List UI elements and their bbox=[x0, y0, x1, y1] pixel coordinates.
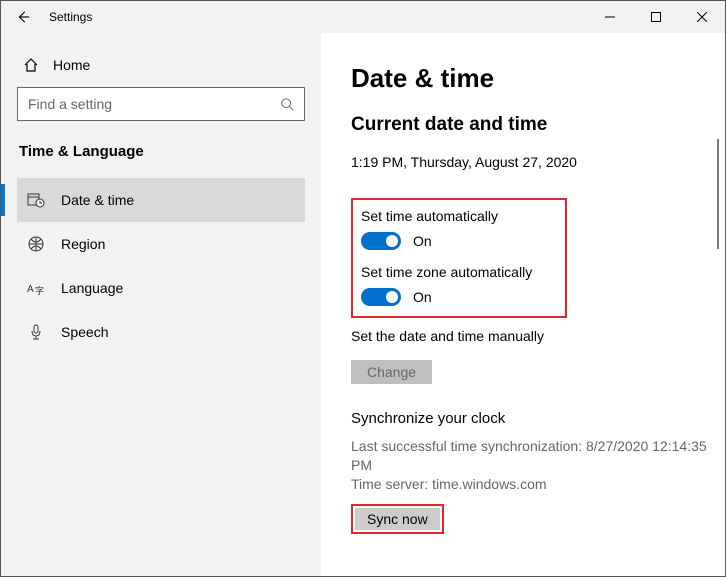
sync-meta: Last successful time synchronization: 8/… bbox=[351, 437, 725, 494]
auto-tz-label: Set time zone automatically bbox=[361, 264, 555, 280]
home-label: Home bbox=[53, 57, 90, 73]
titlebar: Settings bbox=[1, 1, 725, 33]
language-icon: A字 bbox=[27, 279, 45, 297]
auto-tz-state: On bbox=[413, 289, 432, 305]
maximize-icon bbox=[651, 12, 661, 22]
svg-text:字: 字 bbox=[35, 285, 44, 296]
sync-now-button[interactable]: Sync now bbox=[355, 508, 440, 530]
sidebar-item-label: Language bbox=[61, 280, 123, 296]
speech-icon bbox=[27, 323, 45, 341]
change-button[interactable]: Change bbox=[351, 360, 432, 384]
svg-text:A: A bbox=[27, 284, 34, 295]
scrollbar[interactable] bbox=[717, 139, 719, 249]
current-datetime: 1:19 PM, Thursday, August 27, 2020 bbox=[351, 154, 725, 170]
window-title: Settings bbox=[49, 10, 92, 24]
category-title: Time & Language bbox=[17, 143, 305, 160]
section-current: Current date and time bbox=[351, 114, 725, 136]
auto-tz-toggle[interactable] bbox=[361, 288, 401, 306]
arrow-left-icon bbox=[16, 10, 30, 24]
auto-time-label: Set time automatically bbox=[361, 208, 555, 224]
region-icon bbox=[27, 235, 45, 253]
sidebar-item-label: Region bbox=[61, 236, 105, 252]
date-time-icon bbox=[27, 191, 45, 209]
sync-server: Time server: time.windows.com bbox=[351, 475, 725, 494]
minimize-icon bbox=[605, 12, 615, 22]
sidebar-item-language[interactable]: A字 Language bbox=[17, 266, 305, 310]
highlight-sync-button: Sync now bbox=[351, 504, 444, 534]
auto-time-state: On bbox=[413, 233, 432, 249]
window-controls bbox=[587, 1, 725, 33]
close-button[interactable] bbox=[679, 1, 725, 33]
search-icon bbox=[280, 97, 294, 111]
home-icon bbox=[23, 57, 39, 73]
sidebar-item-label: Date & time bbox=[61, 192, 134, 208]
close-icon bbox=[697, 12, 707, 22]
auto-time-toggle[interactable] bbox=[361, 232, 401, 250]
sidebar: Home Find a setting Time & Language Date… bbox=[1, 33, 321, 576]
maximize-button[interactable] bbox=[633, 1, 679, 33]
sidebar-item-region[interactable]: Region bbox=[17, 222, 305, 266]
search-input[interactable]: Find a setting bbox=[17, 87, 305, 121]
minimize-button[interactable] bbox=[587, 1, 633, 33]
sync-last: Last successful time synchronization: 8/… bbox=[351, 437, 725, 475]
highlight-auto-settings: Set time automatically On Set time zone … bbox=[351, 198, 567, 318]
sync-title: Synchronize your clock bbox=[351, 410, 725, 427]
sync-section: Synchronize your clock Last successful t… bbox=[351, 410, 725, 534]
manual-section: Set the date and time manually Change bbox=[351, 328, 725, 384]
sidebar-item-speech[interactable]: Speech bbox=[17, 310, 305, 354]
page-title: Date & time bbox=[351, 63, 725, 94]
sidebar-item-label: Speech bbox=[61, 324, 108, 340]
content-pane: Date & time Current date and time 1:19 P… bbox=[321, 33, 725, 576]
back-button[interactable] bbox=[9, 10, 37, 24]
search-placeholder: Find a setting bbox=[28, 96, 280, 112]
home-link[interactable]: Home bbox=[17, 51, 305, 87]
manual-label: Set the date and time manually bbox=[351, 328, 725, 344]
sidebar-item-date-time[interactable]: Date & time bbox=[17, 178, 305, 222]
